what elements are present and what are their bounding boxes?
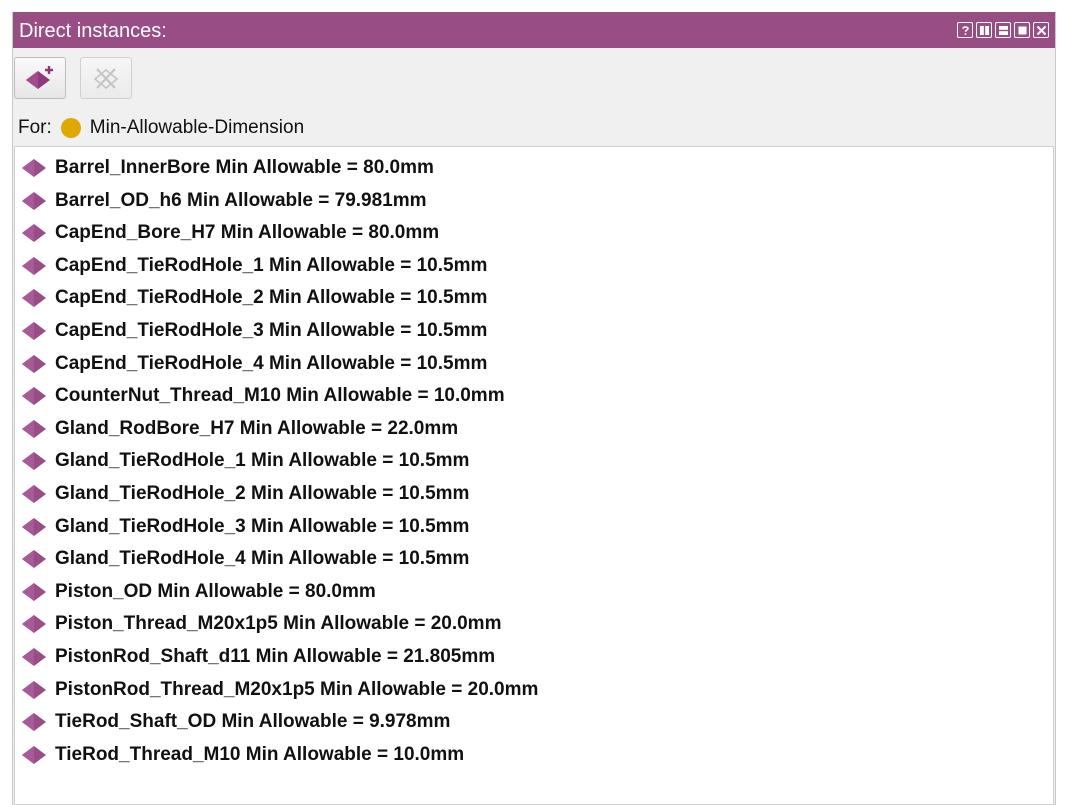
instance-label: TieRod_Shaft_OD Min Allowable = 9.978mm	[55, 711, 451, 733]
instance-label: Barrel_InnerBore Min Allowable = 80.0mm	[55, 157, 434, 178]
instance-label: Gland_TieRodHole_1 Min Allowable = 10.5m…	[55, 450, 470, 472]
instance-diamond-icon	[22, 745, 46, 764]
instance-label: Gland_TieRodHole_4 Min Allowable = 10.5m…	[55, 548, 470, 570]
list-item[interactable]: CapEnd_TieRodHole_2 Min Allowable = 10.5…	[21, 284, 487, 312]
list-item[interactable]: Gland_TieRodHole_1 Min Allowable = 10.5m…	[21, 447, 469, 475]
list-item[interactable]: Gland_TieRodHole_4 Min Allowable = 10.5m…	[21, 545, 469, 573]
list-item[interactable]: Gland_RodBore_H7 Min Allowable = 22.0mm	[21, 415, 458, 443]
instance-diamond-icon	[22, 322, 46, 340]
list-item[interactable]: Barrel_InnerBore Min Allowable = 80.0mm	[21, 154, 434, 182]
instance-label: Barrel_OD_h6 Min Allowable = 79.981mm	[55, 189, 427, 211]
class-icon	[60, 118, 81, 138]
instance-label: CapEnd_TieRodHole_2 Min Allowable = 10.5…	[55, 287, 488, 309]
instance-diamond-icon	[22, 680, 46, 699]
list-item[interactable]: CapEnd_Bore_H7 Min Allowable = 80.0mm	[21, 219, 439, 247]
list-item[interactable]: CapEnd_TieRodHole_4 Min Allowable = 10.5…	[21, 350, 487, 378]
instance-label: Piston_OD Min Allowable = 80.0mm	[55, 580, 376, 602]
list-item[interactable]: Gland_TieRodHole_3 Min Allowable = 10.5m…	[21, 513, 469, 541]
instance-diamond-icon	[22, 517, 46, 536]
delete-instance-icon	[93, 68, 119, 90]
direct-instances-panel: Direct instances: For: Min-Allowable-Dim…	[12, 12, 1056, 805]
instance-diamond-icon	[22, 582, 46, 601]
for-label: For:	[18, 117, 52, 138]
instances-toolbar	[13, 57, 213, 99]
instance-label: CounterNut_Thread_M10 Min Allowable = 10…	[55, 385, 505, 407]
instance-label: Gland_TieRodHole_2 Min Allowable = 10.5m…	[55, 483, 470, 504]
list-item[interactable]: CounterNut_Thread_M10 Min Allowable = 10…	[21, 382, 505, 410]
instance-label: PistonRod_Shaft_d11 Min Allowable = 21.8…	[55, 646, 496, 667]
list-item[interactable]: CapEnd_TieRodHole_3 Min Allowable = 10.5…	[21, 317, 487, 345]
close-icon[interactable]	[1033, 22, 1049, 38]
instance-diamond-icon	[22, 256, 46, 275]
window-buttons	[957, 22, 1049, 38]
instance-diamond-icon	[22, 419, 46, 438]
instance-diamond-icon	[22, 224, 46, 243]
instance-label: CapEnd_TieRodHole_4 Min Allowable = 10.5…	[55, 352, 488, 374]
split-vertical-icon[interactable]	[976, 22, 992, 38]
instance-label: Piston_Thread_M20x1p5 Min Allowable = 20…	[55, 613, 502, 635]
instance-diamond-icon	[22, 289, 46, 308]
instance-diamond-icon	[22, 354, 46, 373]
instance-label: CapEnd_TieRodHole_1 Min Allowable = 10.5…	[55, 254, 488, 276]
for-class-row: For: Min-Allowable-Dimension	[18, 116, 304, 140]
help-icon[interactable]	[957, 22, 973, 38]
instance-label: PistonRod_Thread_M20x1p5 Min Allowable =…	[55, 678, 539, 700]
instance-diamond-icon	[22, 452, 46, 471]
list-item[interactable]: Barrel_OD_h6 Min Allowable = 79.981mm	[21, 187, 427, 215]
add-instance-button[interactable]	[14, 57, 66, 99]
instance-diamond-icon	[22, 159, 46, 177]
instance-diamond-icon	[22, 648, 46, 666]
instance-diamond-icon	[22, 387, 46, 406]
list-item[interactable]: PistonRod_Shaft_d11 Min Allowable = 21.8…	[21, 643, 495, 671]
instance-label: CapEnd_Bore_H7 Min Allowable = 80.0mm	[55, 222, 440, 244]
instance-diamond-icon	[22, 550, 46, 569]
list-item[interactable]: Piston_Thread_M20x1p5 Min Allowable = 20…	[21, 610, 501, 638]
panel-titlebar: Direct instances:	[13, 12, 1055, 48]
instance-diamond-icon	[22, 485, 46, 503]
instances-list[interactable]: Barrel_InnerBore Min Allowable = 80.0mm B…	[14, 146, 1054, 805]
add-instance-icon	[26, 66, 53, 89]
list-item[interactable]: Piston_OD Min Allowable = 80.0mm	[21, 578, 376, 606]
list-item[interactable]: TieRod_Thread_M10 Min Allowable = 10.0mm	[21, 741, 464, 769]
instance-diamond-icon	[22, 191, 46, 210]
maximize-icon[interactable]	[1014, 22, 1030, 38]
instance-label: Gland_TieRodHole_3 Min Allowable = 10.5m…	[55, 515, 470, 537]
list-item[interactable]: CapEnd_TieRodHole_1 Min Allowable = 10.5…	[21, 252, 487, 280]
instance-label: Gland_RodBore_H7 Min Allowable = 22.0mm	[55, 417, 459, 439]
list-item[interactable]: PistonRod_Thread_M20x1p5 Min Allowable =…	[21, 676, 538, 704]
list-item[interactable]: Gland_TieRodHole_2 Min Allowable = 10.5m…	[21, 480, 469, 508]
instance-label: TieRod_Thread_M10 Min Allowable = 10.0mm	[55, 743, 465, 765]
instance-diamond-icon	[22, 713, 46, 732]
panel-title: Direct instances:	[19, 20, 167, 42]
split-horizontal-icon[interactable]	[995, 22, 1011, 38]
list-item[interactable]: TieRod_Shaft_OD Min Allowable = 9.978mm	[21, 708, 450, 736]
instance-diamond-icon	[22, 615, 46, 634]
for-class-name: Min-Allowable-Dimension	[89, 117, 305, 138]
delete-instance-button[interactable]	[80, 57, 132, 99]
instance-label: CapEnd_TieRodHole_3 Min Allowable = 10.5…	[55, 320, 488, 341]
